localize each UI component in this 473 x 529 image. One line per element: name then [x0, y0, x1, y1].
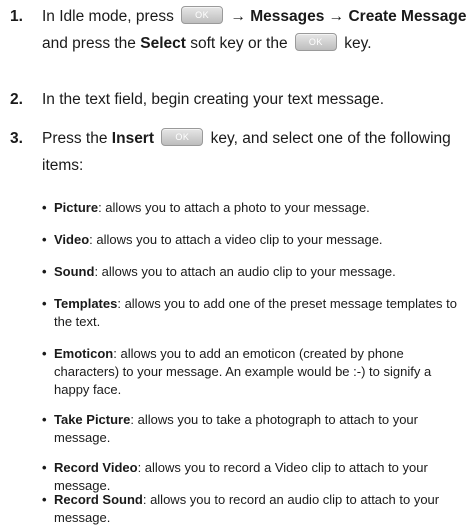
step-text-part: In Idle mode, press: [42, 8, 174, 25]
bullet-icon: •: [42, 296, 47, 311]
bullet-icon: •: [42, 492, 47, 507]
bullet-icon: •: [42, 264, 47, 279]
instructions-page: 1. In Idle mode, press OK → Messages → C…: [0, 0, 473, 529]
item-desc: : allows you to attach a video clip to y…: [89, 232, 383, 247]
list-item-text: Record Video: allows you to record a Vid…: [54, 459, 467, 495]
item-term: Record Sound: [54, 492, 143, 507]
item-desc: : allows you to attach an audio clip to …: [94, 264, 396, 279]
item-term: Video: [54, 232, 90, 247]
step-text-part: key.: [344, 35, 372, 52]
bullet-icon: •: [42, 346, 47, 361]
step-text: Press the Insert OK key, and select one …: [42, 125, 470, 179]
item-term: Emoticon: [54, 346, 114, 361]
insert-key-label: Insert: [111, 130, 155, 147]
bullet-icon: •: [42, 232, 47, 247]
item-term: Sound: [54, 264, 95, 279]
ok-key-icon: OK: [181, 6, 224, 25]
step-text-part: and press the: [42, 35, 136, 52]
step-text-part: soft key or the: [190, 35, 288, 52]
step-number: 3.: [10, 130, 23, 147]
bullet-icon: •: [42, 460, 47, 475]
select-softkey-label: Select: [140, 35, 186, 52]
item-desc: : allows you to attach a photo to your m…: [98, 200, 370, 215]
step-number: 1.: [10, 8, 23, 25]
menu-path: → Messages → Create Message: [230, 8, 467, 25]
step-number: 2.: [10, 91, 23, 108]
list-item-text: Record Sound: allows you to record an au…: [54, 491, 467, 527]
bullet-icon: •: [42, 412, 47, 427]
step-text-part: Press the: [42, 130, 108, 147]
item-term: Templates: [54, 296, 118, 311]
item-term: Record Video: [54, 460, 138, 475]
step-text: In Idle mode, press OK → Messages → Crea…: [42, 3, 470, 57]
ok-key-icon: OK: [294, 33, 337, 52]
list-item-text: Picture: allows you to attach a photo to…: [54, 199, 467, 217]
step-text: In the text field, begin creating your t…: [42, 91, 385, 108]
ok-key-icon: OK: [161, 128, 204, 147]
list-item-text: Take Picture: allows you to take a photo…: [54, 411, 467, 447]
list-item-text: Video: allows you to attach a video clip…: [54, 231, 467, 249]
bullet-icon: •: [42, 200, 47, 215]
list-item-text: Emoticon: allows you to add an emoticon …: [54, 345, 467, 399]
list-item-text: Sound: allows you to attach an audio cli…: [54, 263, 467, 281]
item-term: Take Picture: [54, 412, 131, 427]
item-term: Picture: [54, 200, 99, 215]
list-item-text: Templates: allows you to add one of the …: [54, 295, 467, 331]
